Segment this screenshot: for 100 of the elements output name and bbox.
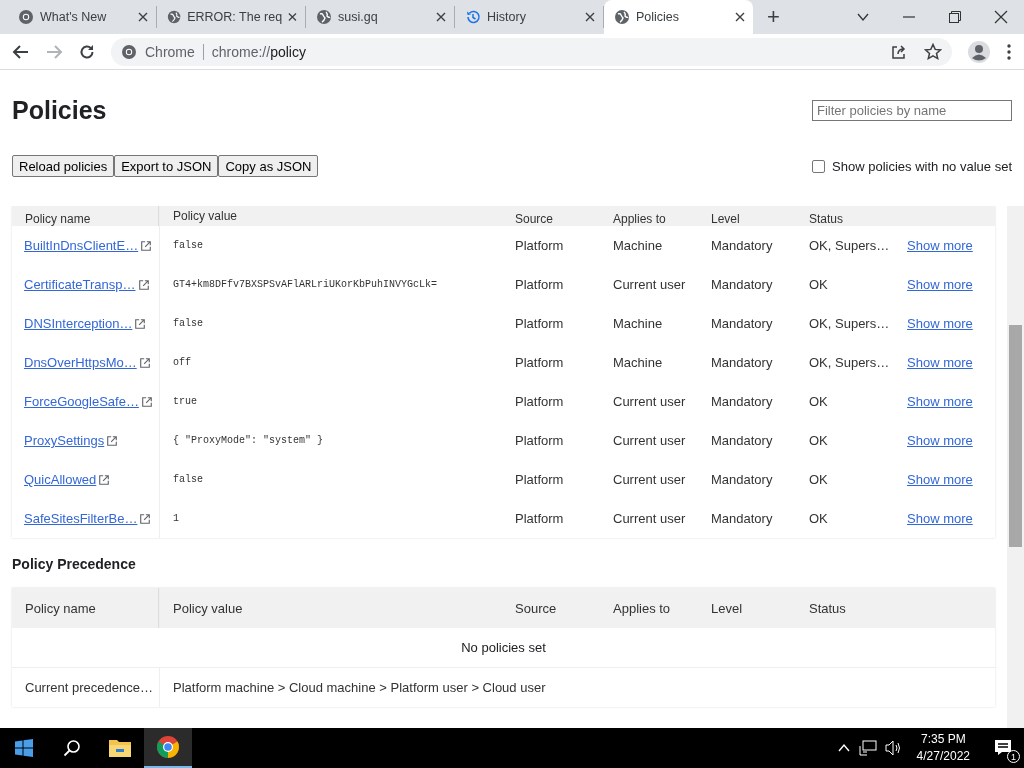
- external-link-icon[interactable]: [140, 395, 153, 408]
- network-icon[interactable]: [858, 740, 877, 756]
- table-cell-text: OK, Supers…: [808, 238, 891, 253]
- policy-link[interactable]: DNSInterception…: [24, 316, 133, 331]
- profile-icon[interactable]: [967, 39, 991, 64]
- column-header: Applies to: [612, 600, 672, 616]
- reload-icon[interactable]: [78, 42, 96, 61]
- show-more-link[interactable]: Show more: [907, 355, 973, 370]
- show-more-link[interactable]: Show more: [907, 472, 973, 487]
- star-icon[interactable]: [924, 42, 942, 61]
- tab-title: What's New: [40, 10, 108, 24]
- clock-date[interactable]: 4/27/2022: [916, 748, 970, 765]
- close-icon[interactable]: [436, 12, 446, 22]
- table-cell-text: Current user: [612, 394, 687, 409]
- globe-icon: [167, 9, 182, 25]
- table-cell-text: OK: [808, 277, 829, 292]
- browser-tab[interactable]: What's New: [8, 6, 157, 28]
- policy-link[interactable]: BuiltInDnsClientE…: [24, 238, 139, 253]
- show-more-link[interactable]: Show more: [907, 394, 973, 409]
- external-link-icon[interactable]: [140, 239, 153, 252]
- table-cell: Platform machine > Cloud machine > Platform user > Cloud user: [159, 668, 995, 707]
- filter-field[interactable]: Filter policies by name: [812, 100, 1012, 121]
- browser-tab[interactable]: susi.gq: [306, 6, 455, 28]
- table-cell-text: Mandatory: [710, 238, 774, 253]
- table-cell-text: Mandatory: [710, 316, 774, 331]
- address-bar[interactable]: Chrome chrome://policy: [111, 37, 952, 66]
- speaker-icon[interactable]: [884, 740, 903, 756]
- close-icon[interactable]: [585, 12, 595, 22]
- table-cell-text: Platform: [514, 511, 565, 526]
- policy-link[interactable]: CertificateTransp…: [24, 277, 136, 292]
- show-more-link[interactable]: Show more: [907, 316, 973, 331]
- action-button[interactable]: Copy as JSON: [218, 155, 319, 177]
- external-link-icon[interactable]: [138, 356, 151, 369]
- show-more-link[interactable]: Show more: [907, 277, 973, 292]
- policy-link[interactable]: ProxySettings: [24, 433, 105, 448]
- external-link-icon[interactable]: [98, 473, 111, 486]
- close-icon[interactable]: [994, 10, 1008, 24]
- policy-link[interactable]: DnsOverHttpsMo…: [24, 355, 137, 370]
- policy-link[interactable]: SafeSitesFilterBe…: [24, 511, 138, 526]
- external-link-icon[interactable]: [134, 317, 147, 330]
- column-header: Status: [808, 212, 845, 226]
- policy-value: GT4+km8DFfv7BXSPSvAFlARLriUKorKbPuhINVYGcLk=: [159, 265, 502, 304]
- search-icon[interactable]: [63, 739, 81, 757]
- browser-tab[interactable]: ERROR: The req: [157, 6, 306, 28]
- table-cell-text: Current user: [612, 277, 687, 292]
- table-cell-text: Platform: [514, 355, 565, 370]
- external-link-icon[interactable]: [106, 434, 119, 447]
- table-cell-text: OK, Supers…: [808, 316, 891, 331]
- back-icon[interactable]: [12, 42, 30, 61]
- table-cell-text: Mandatory: [710, 433, 774, 448]
- tab-title: Policies: [636, 10, 681, 24]
- checkbox-label: Show policies with no value set: [832, 158, 1012, 174]
- table-cell-text: Mandatory: [710, 355, 774, 370]
- column-header: Status: [808, 600, 847, 616]
- action-button[interactable]: Reload policies: [12, 155, 115, 177]
- tab-title: History: [487, 10, 527, 24]
- chrome-icon: [121, 43, 137, 60]
- share-icon[interactable]: [890, 42, 908, 61]
- tab-title: susi.gq: [338, 10, 379, 24]
- external-link-icon[interactable]: [139, 512, 152, 525]
- scrollbar[interactable]: [1007, 206, 1024, 728]
- policy-value: false: [159, 460, 502, 499]
- section-heading: Policy Precedence: [12, 556, 137, 572]
- globe-icon: [316, 9, 332, 25]
- table-cell-text: Mandatory: [710, 511, 774, 526]
- table-cell-text: Current user: [612, 472, 687, 487]
- external-link-icon[interactable]: [137, 278, 150, 291]
- show-more-link[interactable]: Show more: [907, 238, 973, 253]
- folder-icon[interactable]: [108, 738, 132, 758]
- chrome-icon[interactable]: [156, 735, 180, 759]
- policy-value: true: [159, 382, 502, 421]
- table-cell-text: Platform: [514, 238, 565, 253]
- close-icon[interactable]: [288, 12, 297, 22]
- table-cell-text: Platform: [514, 472, 565, 487]
- policy-link[interactable]: ForceGoogleSafe…: [24, 394, 139, 409]
- table-cell-text: Mandatory: [710, 277, 774, 292]
- close-icon[interactable]: [138, 12, 148, 22]
- page-title: Policies: [12, 96, 107, 125]
- checkbox[interactable]: [812, 159, 826, 173]
- table-cell-text: OK: [808, 394, 829, 409]
- table-cell-text: OK: [808, 511, 829, 526]
- table-cell-text: Current user: [612, 433, 687, 448]
- table-cell-text: OK: [808, 433, 829, 448]
- menu-icon[interactable]: [1006, 42, 1012, 61]
- column-header: Policy value: [159, 206, 502, 226]
- clock-time[interactable]: 7:35 PM: [916, 731, 970, 748]
- table-cell-text: Machine: [612, 238, 664, 253]
- close-icon[interactable]: [735, 12, 745, 22]
- column-header: Policy name: [12, 588, 159, 628]
- action-button[interactable]: Export to JSON: [114, 155, 219, 177]
- show-more-link[interactable]: Show more: [907, 433, 973, 448]
- new-tab-button[interactable]: +: [767, 6, 780, 28]
- policy-link[interactable]: QuicAllowed: [24, 472, 97, 487]
- show-more-link[interactable]: Show more: [907, 511, 973, 526]
- url-text: chrome://policy: [211, 43, 306, 60]
- table-cell-text: Mandatory: [710, 394, 774, 409]
- windows-start-icon[interactable]: [15, 739, 33, 757]
- table-cell-text: OK: [808, 472, 829, 487]
- browser-tab[interactable]: Policies: [604, 0, 753, 34]
- restore-icon[interactable]: [948, 10, 962, 24]
